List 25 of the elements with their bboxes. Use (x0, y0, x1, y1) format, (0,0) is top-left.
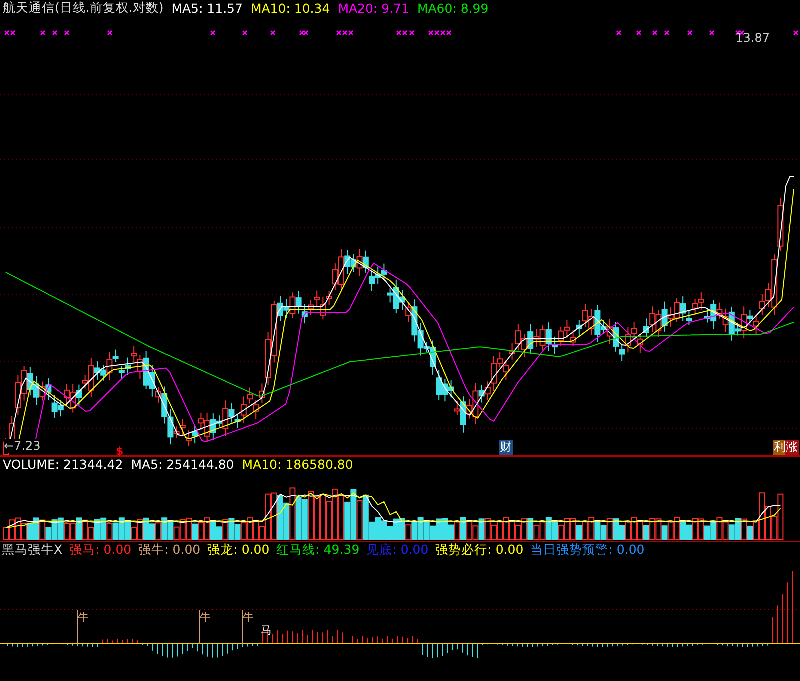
indicator-value: 强牛: 0.00 (138, 542, 201, 558)
indicator-value: 见底: 0.00 (366, 542, 429, 558)
high-price-label: 13.87 (736, 31, 770, 45)
indicator-value: MA10: 186580.80 (242, 457, 354, 472)
event-badge[interactable]: 财 (499, 440, 513, 455)
signal-mark: 牛 (78, 612, 89, 624)
event-badge[interactable]: 涨 (785, 440, 799, 455)
indicator-value: 强马: 0.00 (70, 542, 132, 558)
indicator-value: VOLUME: 21344.42 (3, 457, 124, 472)
indicator-value: 当日强势预警: 0.00 (530, 542, 645, 558)
indicator-value: MA5: 254144.80 (131, 457, 234, 472)
indicator-value: MA60: 8.99 (417, 1, 489, 16)
indicator-value: MA5: 11.57 (172, 1, 243, 16)
indicator-value: 强势必行: 0.00 (436, 542, 524, 558)
dividend-mark: $ (116, 445, 124, 458)
signal-mark: 牛 (243, 612, 254, 624)
indicator-value: 强龙: 0.00 (208, 542, 270, 558)
low-price-label: ←7.23 (4, 439, 41, 453)
signal-mark: 牛 (200, 612, 211, 624)
indicator-value: MA20: 9.71 (338, 1, 410, 16)
indicator-name: 黑马强牛X (2, 542, 63, 558)
signal-mark: 马 (261, 625, 272, 637)
indicator-value: 红马线: 49.39 (276, 542, 360, 558)
indicator-value: MA10: 10.34 (250, 1, 330, 16)
stock-title: 航天通信(日线.前复权.对数) (3, 0, 164, 17)
